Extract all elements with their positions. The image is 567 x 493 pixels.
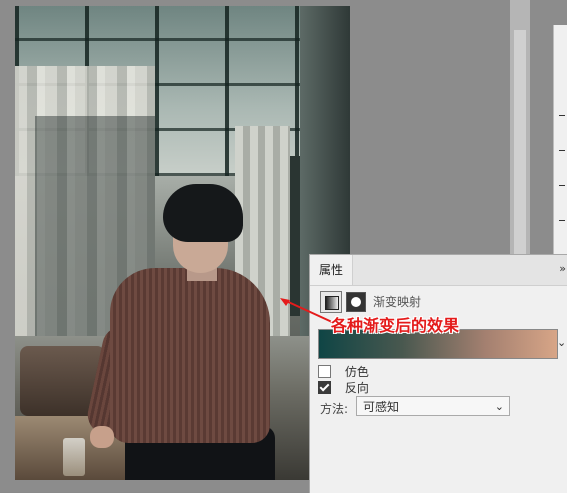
method-select[interactable]: 可感知 ⌄ (356, 396, 510, 416)
side-panel-mark (559, 115, 565, 116)
photo-hand (90, 426, 114, 448)
reverse-option[interactable]: 反向 (318, 379, 369, 395)
tab-properties[interactable]: 属性 (310, 255, 353, 285)
side-panel-mark (559, 150, 565, 151)
method-label: 方法: (320, 402, 349, 416)
side-panel-mark (559, 220, 565, 221)
annotation-arrow (280, 298, 333, 323)
chevron-down-icon[interactable]: ⌄ (557, 329, 567, 357)
adjustment-title: 渐变映射 (373, 295, 422, 309)
method-value: 可感知 (363, 400, 400, 414)
properties-tabbar: 属性 » (310, 255, 567, 286)
reverse-label: 反向 (344, 381, 369, 395)
scrollbar-thumb[interactable] (514, 30, 526, 255)
photo-sweater (110, 268, 270, 443)
side-panel-mark (559, 185, 565, 186)
dither-checkbox[interactable] (318, 365, 331, 378)
mask-icon[interactable] (346, 292, 366, 312)
document-photo[interactable] (15, 6, 350, 480)
annotation-label: 各种渐变后的效果 (331, 316, 460, 335)
reverse-checkbox[interactable] (318, 381, 331, 394)
dither-option[interactable]: 仿色 (318, 363, 369, 379)
dither-label: 仿色 (344, 365, 369, 379)
collapse-icon[interactable]: » (559, 262, 566, 275)
chevron-down-icon: ⌄ (494, 400, 504, 413)
adjustment-header: 渐变映射 (320, 291, 560, 313)
properties-panel: 属性 » 渐变映射 ⌄ 仿色 反向 方法: 可感知 ⌄ (309, 254, 567, 493)
photo-glass (63, 438, 85, 476)
photo-hair (163, 184, 243, 242)
